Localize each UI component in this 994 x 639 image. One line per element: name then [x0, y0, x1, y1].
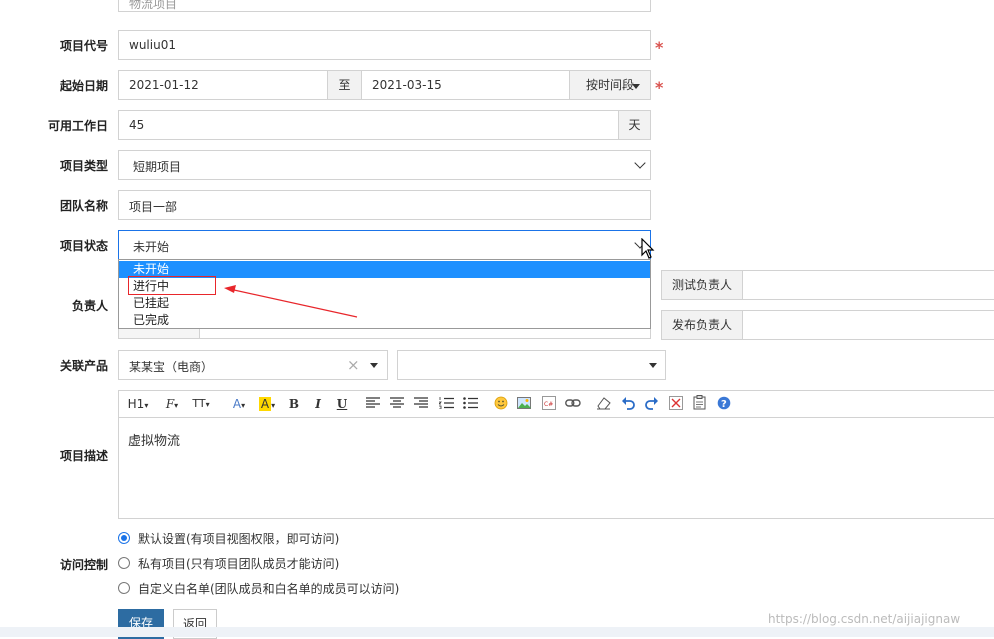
caret-down-icon	[370, 363, 378, 368]
team-name-input[interactable]: 项目一部	[118, 190, 651, 220]
workdays-input[interactable]: 45	[118, 110, 619, 140]
access-control-label: 访问控制	[59, 558, 108, 572]
mouse-cursor-icon	[641, 238, 655, 259]
font-color-button[interactable]: A▾	[228, 395, 250, 413]
italic-button[interactable]: I	[311, 395, 325, 413]
eraser-icon[interactable]	[596, 396, 611, 410]
related-product-select[interactable]: 某某宝（电商） ×	[118, 350, 388, 380]
project-type-value: 短期项目	[133, 160, 182, 174]
date-separator-text: 至	[338, 78, 351, 92]
status-label: 项目状态	[59, 239, 108, 253]
fullscreen-icon[interactable]	[669, 396, 683, 410]
start-date-value: 2021-01-12	[129, 78, 199, 92]
release-owner-label-text: 发布负责人	[671, 318, 732, 332]
workdays-value: 45	[129, 118, 145, 132]
heading-button-label: H1	[127, 397, 145, 411]
font-family-button[interactable]: F▾	[161, 395, 183, 413]
font-color-button-label: A	[232, 397, 242, 411]
emoji-icon[interactable]	[494, 396, 508, 410]
annotation-box	[128, 276, 216, 295]
project-code-value: wuliu01	[129, 38, 176, 52]
required-mark: *	[655, 38, 664, 57]
highlight-button[interactable]: A ▾	[256, 395, 278, 413]
highlight-button-label: A	[258, 397, 272, 411]
date-separator: 至	[327, 70, 362, 100]
font-size-button-label: TT	[192, 397, 206, 410]
watermark: https://blog.csdn.net/aijiajignaw	[768, 612, 961, 626]
release-owner-input[interactable]	[742, 310, 994, 340]
related-product-label: 关联产品	[59, 359, 108, 373]
bold-button[interactable]: B	[287, 395, 301, 413]
align-left-icon[interactable]	[366, 397, 380, 409]
align-center-icon[interactable]	[390, 397, 404, 409]
font-size-button[interactable]: TT▾	[189, 395, 213, 413]
redo-icon[interactable]	[645, 396, 659, 410]
time-period-label: 按时间段	[585, 78, 634, 92]
undo-icon[interactable]	[621, 396, 635, 410]
description-label: 项目描述	[59, 449, 108, 463]
status-option[interactable]: 已挂起	[119, 295, 650, 312]
help-icon[interactable]: ?	[717, 396, 731, 410]
time-period-button[interactable]: 按时间段	[569, 70, 651, 100]
chevron-down-icon	[634, 157, 646, 169]
related-product-secondary-select[interactable]	[397, 350, 666, 380]
workdays-label: 可用工作日	[47, 119, 108, 133]
workdays-unit: 天	[618, 110, 651, 140]
team-name-value: 项目一部	[129, 200, 178, 214]
clear-icon[interactable]: ×	[347, 356, 360, 374]
workdays-unit-text: 天	[628, 118, 641, 132]
description-content[interactable]: 虚拟物流	[128, 430, 180, 449]
code-block-icon[interactable]: C#	[542, 396, 556, 410]
svg-text:C#: C#	[544, 401, 553, 408]
test-owner-label-text: 测试负责人	[671, 278, 732, 292]
editor-toolbar	[119, 391, 994, 418]
project-code-label: 项目代号	[59, 39, 108, 53]
status-value: 未开始	[133, 240, 170, 254]
ordered-list-icon[interactable]	[439, 397, 454, 409]
caret-down-icon	[649, 363, 657, 368]
access-option-private-radio[interactable]	[118, 557, 130, 569]
paste-icon[interactable]	[693, 395, 707, 410]
access-option-private-label[interactable]: 私有项目(只有项目团队成员才能访问)	[138, 555, 339, 572]
link-icon[interactable]	[565, 398, 581, 408]
svg-text:?: ?	[721, 399, 727, 410]
bottom-bar	[0, 627, 994, 637]
related-product-value: 某某宝（电商）	[129, 360, 214, 374]
access-option-default-radio[interactable]	[118, 532, 130, 544]
team-name-label: 团队名称	[59, 199, 108, 213]
annotation-arrow	[224, 285, 358, 318]
required-mark: *	[655, 78, 664, 97]
access-option-whitelist-label[interactable]: 自定义白名单(团队成员和白名单的成员可以访问)	[138, 580, 399, 597]
caret-down-icon	[632, 84, 640, 89]
end-date-input[interactable]: 2021-03-15	[361, 70, 570, 100]
project-type-select[interactable]: 短期项目	[118, 150, 651, 180]
date-range-label: 起始日期	[59, 79, 108, 93]
release-owner-label: 发布负责人	[661, 310, 743, 340]
top-field[interactable]: 物流项目	[118, 0, 651, 12]
owner-label: 负责人	[71, 299, 108, 313]
access-option-whitelist-radio[interactable]	[118, 582, 130, 594]
font-family-button-label: F	[165, 397, 175, 411]
unordered-list-icon[interactable]	[463, 397, 478, 409]
start-date-input[interactable]: 2021-01-12	[118, 70, 328, 100]
align-right-icon[interactable]	[414, 397, 428, 409]
test-owner-input[interactable]	[742, 270, 994, 300]
project-code-input[interactable]: wuliu01	[118, 30, 651, 60]
heading-button[interactable]: H1▾	[126, 395, 150, 413]
project-type-label: 项目类型	[59, 159, 108, 173]
test-owner-label: 测试负责人	[661, 270, 743, 300]
top-field-value: 物流项目	[129, 0, 178, 11]
image-icon[interactable]	[517, 396, 532, 410]
status-option[interactable]: 已完成	[119, 312, 650, 329]
underline-button[interactable]: U	[335, 395, 349, 413]
status-select[interactable]: 未开始	[118, 230, 651, 260]
end-date-value: 2021-03-15	[372, 78, 442, 92]
access-option-default-label[interactable]: 默认设置(有项目视图权限，即可访问)	[138, 530, 339, 547]
